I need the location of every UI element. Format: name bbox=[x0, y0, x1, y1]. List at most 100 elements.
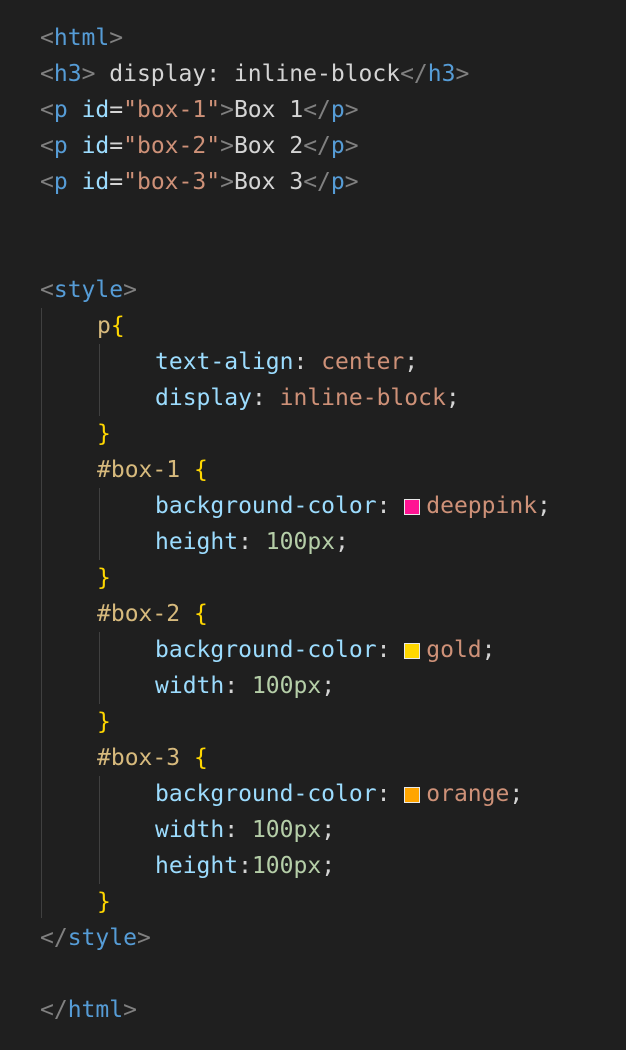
css-value: inline-block bbox=[279, 385, 446, 411]
css-property: background-color bbox=[155, 781, 377, 807]
color-swatch-orange[interactable] bbox=[404, 787, 421, 803]
code-line-display: display: inline-block; bbox=[155, 380, 460, 416]
css-brace: { bbox=[193, 745, 208, 771]
css-selector: #box-3 bbox=[97, 745, 194, 771]
css-colon: : bbox=[293, 349, 322, 375]
css-selector: #box-2 bbox=[97, 601, 194, 627]
code-line-p-selector: p{ bbox=[97, 308, 125, 344]
tag-name: p bbox=[330, 169, 345, 195]
css-selector: p bbox=[97, 313, 111, 339]
tag-bracket: > bbox=[123, 277, 137, 303]
tag-name: style bbox=[67, 925, 137, 951]
css-property: width bbox=[155, 817, 225, 843]
code-line-box3-bg: background-color: orange; bbox=[155, 776, 523, 812]
tag-bracket: </ bbox=[303, 97, 331, 123]
tag-bracket: </ bbox=[40, 925, 68, 951]
css-semicolon: ; bbox=[321, 853, 336, 879]
css-semicolon: ; bbox=[509, 781, 524, 807]
attribute-equals: = bbox=[109, 133, 124, 159]
code-line-box2-width: width: 100px; bbox=[155, 668, 335, 704]
tag-bracket: > bbox=[136, 925, 151, 951]
tag-bracket: < bbox=[40, 133, 54, 159]
color-swatch-gold[interactable] bbox=[404, 643, 421, 659]
code-line-box1-close: } bbox=[97, 560, 111, 596]
tag-name: p bbox=[53, 97, 68, 123]
code-line-p-box-3: <p id="box-3">Box 3</p> bbox=[40, 164, 359, 200]
css-number: 100px bbox=[251, 817, 322, 843]
attribute-equals: = bbox=[109, 97, 124, 123]
tag-bracket: > bbox=[220, 169, 234, 195]
css-property: height bbox=[155, 853, 239, 879]
indent-guide-box3-rule bbox=[99, 776, 100, 884]
code-line-p-close: } bbox=[97, 416, 111, 452]
color-swatch-deeppink[interactable] bbox=[404, 499, 421, 515]
css-brace: } bbox=[97, 421, 111, 447]
paragraph-text: Box 2 bbox=[233, 133, 304, 159]
code-line-h3: <h3> display: inline-block</h3> bbox=[40, 56, 469, 92]
css-colon: : bbox=[376, 637, 405, 663]
code-line-html-close: </html> bbox=[40, 992, 137, 1028]
tag-bracket: > bbox=[220, 97, 234, 123]
css-number: 100px bbox=[251, 853, 322, 879]
css-semicolon: ; bbox=[335, 529, 349, 555]
tag-name: html bbox=[67, 997, 124, 1023]
tag-bracket: > bbox=[109, 25, 124, 51]
tag-bracket: </ bbox=[303, 133, 331, 159]
tag-bracket: </ bbox=[303, 169, 331, 195]
tag-name: h3 bbox=[427, 61, 456, 87]
code-line-box2-bg: background-color: gold; bbox=[155, 632, 496, 668]
css-value: deeppink bbox=[426, 493, 538, 519]
css-colon: : bbox=[376, 493, 405, 519]
css-semicolon: ; bbox=[321, 817, 336, 843]
paragraph-text: Box 1 bbox=[233, 97, 304, 123]
indent-guide-style bbox=[41, 308, 42, 918]
attribute-name: id bbox=[81, 133, 110, 159]
tag-bracket: > bbox=[81, 61, 96, 87]
css-semicolon: ; bbox=[404, 349, 419, 375]
indent-guide-p-rule bbox=[99, 344, 100, 416]
code-line-style-close: </style> bbox=[40, 920, 151, 956]
indent-guide-box2-rule bbox=[99, 632, 100, 704]
tag-name: p bbox=[330, 133, 345, 159]
paragraph-text: Box 3 bbox=[233, 169, 304, 195]
attribute-name: id bbox=[81, 169, 110, 195]
code-line-box1-selector: #box-1 { bbox=[97, 452, 208, 488]
css-property: text-align bbox=[155, 349, 294, 375]
h3-text: display: inline-block bbox=[95, 61, 401, 87]
css-brace: { bbox=[193, 601, 208, 627]
code-line-text-align: text-align: center; bbox=[155, 344, 418, 380]
code-line-html-open: <html> bbox=[40, 20, 123, 56]
code-line-box1-height: height: 100px; bbox=[155, 524, 349, 560]
css-number: 100px bbox=[265, 529, 336, 555]
css-colon: : bbox=[224, 817, 252, 843]
tag-bracket: < bbox=[40, 97, 54, 123]
tag-bracket: < bbox=[40, 169, 54, 195]
tag-bracket: < bbox=[40, 25, 54, 51]
css-number: 100px bbox=[251, 673, 322, 699]
code-line-p-box-1: <p id="box-1">Box 1</p> bbox=[40, 92, 359, 128]
code-line-p-box-2: <p id="box-2">Box 2</p> bbox=[40, 128, 359, 164]
css-brace: } bbox=[97, 565, 111, 591]
code-line-box2-selector: #box-2 { bbox=[97, 596, 208, 632]
tag-bracket: > bbox=[344, 133, 359, 159]
tag-name: style bbox=[53, 277, 124, 303]
code-line-box3-height: height:100px; bbox=[155, 848, 335, 884]
css-colon: : bbox=[238, 853, 252, 879]
css-semicolon: ; bbox=[321, 673, 336, 699]
css-property: height bbox=[155, 529, 239, 555]
attribute-equals: = bbox=[109, 169, 124, 195]
tag-bracket: > bbox=[455, 61, 470, 87]
css-selector: #box-1 bbox=[97, 457, 194, 483]
code-editor[interactable]: <html> <h3> display: inline-block</h3> <… bbox=[0, 0, 626, 1050]
tag-bracket: > bbox=[123, 997, 137, 1023]
css-brace: } bbox=[97, 709, 111, 735]
css-property: display bbox=[155, 385, 252, 411]
tag-name: p bbox=[53, 169, 68, 195]
css-value: orange bbox=[426, 781, 510, 807]
css-colon: : bbox=[251, 385, 280, 411]
tag-bracket: < bbox=[40, 61, 54, 87]
code-line-box1-bg: background-color: deeppink; bbox=[155, 488, 551, 524]
tag-bracket: </ bbox=[400, 61, 428, 87]
code-line-box3-selector: #box-3 { bbox=[97, 740, 208, 776]
css-brace: { bbox=[110, 313, 125, 339]
